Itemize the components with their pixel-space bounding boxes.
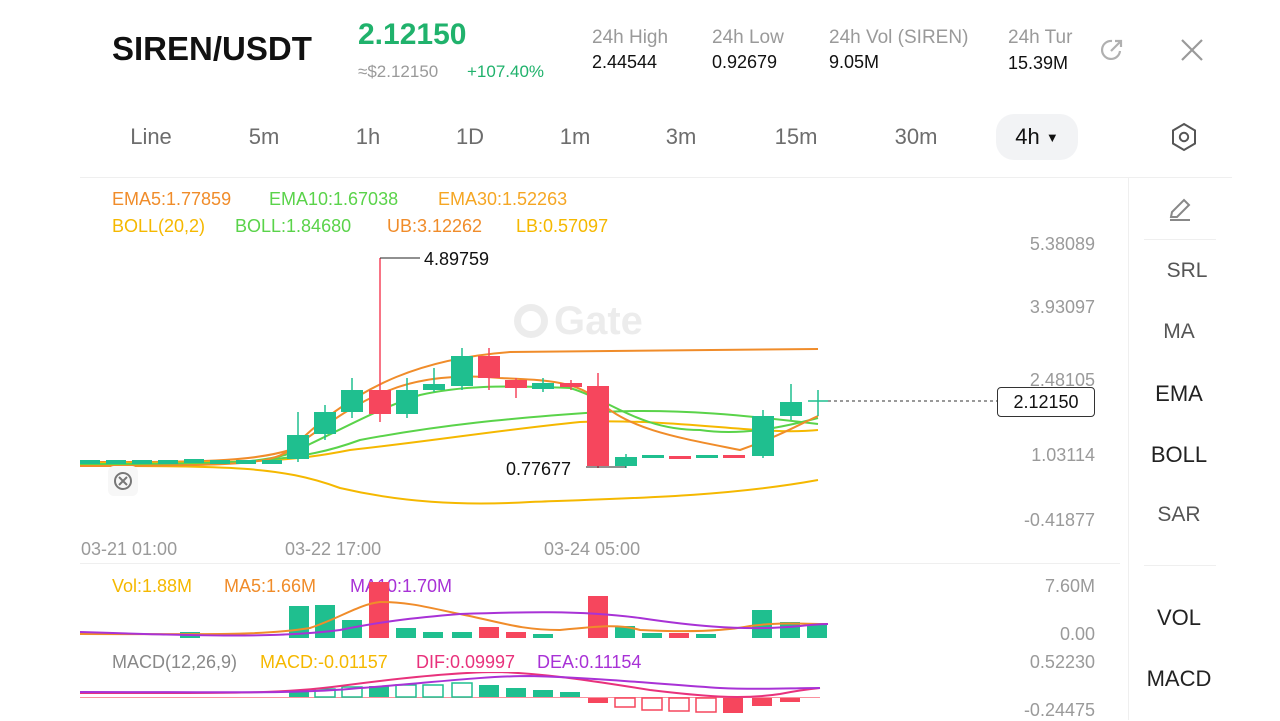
rotate-icon[interactable]: [108, 466, 138, 496]
macd-dea-legend: DEA:0.11154: [537, 652, 642, 672]
chart-settings-icon[interactable]: [1170, 122, 1198, 152]
side-divider-top: [1144, 239, 1216, 240]
tab-30m[interactable]: 30m: [884, 120, 948, 154]
time-axis-label: 03-21 01:00: [81, 539, 178, 559]
volume-chart: [80, 582, 829, 638]
low-marker-label: 0.77677: [506, 459, 572, 479]
boll-upper-line: [80, 348, 819, 463]
ema5-legend: EMA5:1.77859: [112, 189, 232, 209]
candles-main: [287, 258, 828, 468]
vol-axis-label: 0.00: [1059, 624, 1095, 644]
boll-mid-legend: BOLL:1.84680: [235, 216, 352, 236]
vol-axis-label: 7.60M: [1044, 576, 1095, 596]
side-item-ema[interactable]: EMA: [1130, 381, 1228, 407]
tab-1m[interactable]: 1m: [546, 120, 604, 154]
vol-ma5-line: [80, 600, 829, 636]
stat-turnover-label: 24h Tur: [1008, 27, 1073, 48]
stat-low-value: 0.92679: [712, 52, 778, 72]
tab-line[interactable]: Line: [116, 120, 186, 154]
stat-vol-value: 9.05M: [829, 52, 880, 72]
share-icon[interactable]: [1098, 36, 1126, 64]
side-divider-mid: [1144, 565, 1216, 566]
current-price-tag[interactable]: 2.12150: [997, 387, 1095, 417]
chevron-down-icon: ▼: [1045, 130, 1059, 145]
tab-3m[interactable]: 3m: [652, 120, 710, 154]
time-axis-label: 03-24 05:00: [544, 539, 641, 559]
pair-title: SIREN/USDT: [112, 30, 312, 67]
vol-divider: [80, 563, 1120, 564]
macd-dea-line: [80, 674, 821, 694]
stat-turnover: 24h Tur 15.39M: [1008, 27, 1088, 74]
time-axis-label: 03-22 17:00: [285, 539, 382, 559]
ema30-legend: EMA30:1.52263: [438, 189, 568, 209]
high-marker-label: 4.89759: [424, 249, 490, 269]
tab-1h[interactable]: 1h: [340, 120, 396, 154]
tab-5m[interactable]: 5m: [234, 120, 294, 154]
macd-chart: [80, 672, 821, 713]
side-item-ma[interactable]: MA: [1130, 320, 1228, 344]
boll-params-legend: BOLL(20,2): [112, 216, 206, 236]
side-item-srl[interactable]: SRL: [1138, 259, 1236, 283]
boll-lb-legend: LB:0.57097: [516, 216, 609, 236]
stat-high-label: 24h High: [592, 27, 669, 48]
header-divider: [80, 177, 1232, 178]
tab-4h-label: 4h: [1015, 124, 1040, 149]
close-icon[interactable]: [1180, 38, 1204, 62]
side-item-boll[interactable]: BOLL: [1130, 442, 1228, 468]
boll-lower-line: [80, 465, 819, 505]
draw-pencil-icon[interactable]: [1166, 195, 1194, 223]
price-chart[interactable]: [80, 240, 1020, 540]
last-price: 2.12150: [358, 18, 467, 51]
side-item-macd[interactable]: MACD: [1130, 666, 1228, 692]
tab-4h[interactable]: 4h ▼: [996, 114, 1078, 160]
macd-axis-label: -0.24475: [1023, 700, 1095, 720]
macd-value-legend: MACD:-0.01157: [260, 652, 388, 672]
price-change: +107.40%: [467, 62, 545, 81]
stat-high-value: 2.44544: [592, 52, 658, 72]
price-usd: ≈$2.12150: [358, 62, 439, 81]
side-item-sar[interactable]: SAR: [1130, 503, 1228, 527]
side-item-vol[interactable]: VOL: [1130, 605, 1228, 631]
ema10-legend: EMA10:1.67038: [269, 189, 399, 209]
tab-15m[interactable]: 15m: [764, 120, 828, 154]
macd-params-legend: MACD(12,26,9): [112, 652, 238, 672]
tab-1d[interactable]: 1D: [442, 120, 498, 154]
boll-ub-legend: UB:3.12262: [387, 216, 483, 236]
stat-vol-label: 24h Vol (SIREN): [829, 27, 969, 48]
macd-dif-legend: DIF:0.09997: [416, 652, 516, 672]
stat-turnover-value: 15.39M: [1008, 53, 1069, 73]
macd-axis-label: 0.52230: [1029, 652, 1095, 672]
stat-low-label: 24h Low: [712, 27, 784, 48]
side-panel-divider: [1128, 178, 1129, 720]
